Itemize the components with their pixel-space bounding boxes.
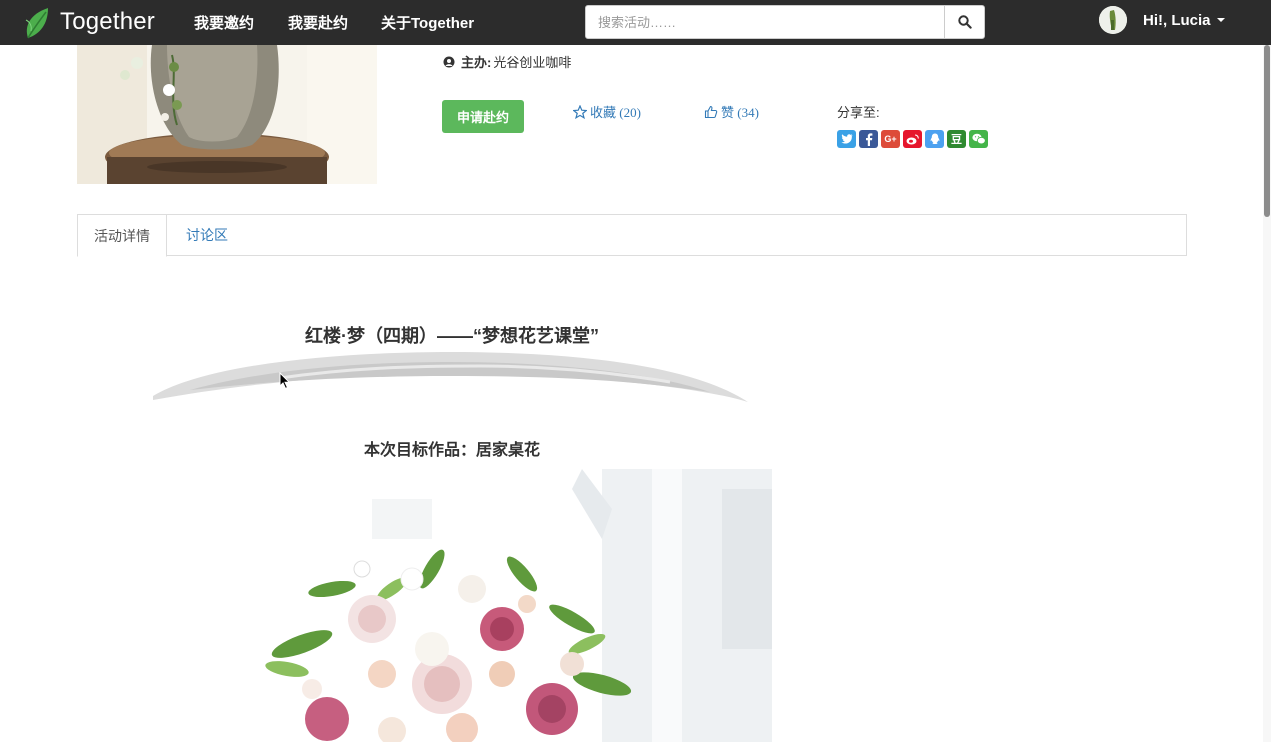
scrollbar-thumb[interactable] [1264,45,1270,217]
like-button[interactable]: 赞 (34) [704,102,759,121]
tab-discussion[interactable]: 讨论区 [170,214,244,256]
nav-link-invite[interactable]: 我要邀约 [194,12,254,33]
nav-link-about[interactable]: 关于Together [381,12,474,33]
mouse-cursor-icon [279,372,291,390]
tab-event-details[interactable]: 活动详情 [77,214,167,257]
brush-stroke-divider [153,352,748,402]
douban-share-icon[interactable]: 豆 [947,130,966,148]
google-plus-share-icon[interactable]: G+ [881,130,900,148]
content-subtitle: 本次目标作品：居家桌花 [363,442,540,459]
favorite-label: 收藏 (20) [590,105,641,120]
share-icons: G+ 豆 [837,130,988,148]
wechat-share-icon[interactable] [969,130,988,148]
like-label: 赞 (34) [721,105,759,120]
event-host: 主办: 光谷创业咖啡 [443,52,571,71]
search-box [585,5,985,39]
weibo-share-icon[interactable] [903,130,922,148]
detail-tabs: 活动详情 讨论区 [77,214,1187,257]
qq-share-icon[interactable] [925,130,944,148]
top-navbar: Together 我要邀约 我要赴约 关于Together Hi!, Lucia [0,0,1271,45]
search-icon [957,15,972,29]
user-menu[interactable]: Hi!, Lucia [1099,6,1225,34]
thumbs-up-icon [704,105,718,118]
brand-name: Together [60,8,155,35]
favorite-button[interactable]: 收藏 (20) [573,102,641,121]
scrollbar[interactable] [1263,45,1271,742]
brand-logo[interactable]: Together [22,4,155,40]
facebook-share-icon[interactable] [859,130,878,148]
star-icon [573,104,587,119]
host-name: 光谷创业咖啡 [493,55,572,70]
content-title: 红楼·梦（四期）——“梦想花艺课堂” [305,326,599,346]
host-label: 主办: [461,55,492,70]
flower-arrangement-image [132,469,772,742]
avatar [1099,6,1127,34]
host-icon [443,56,455,67]
event-cover-image [77,45,377,184]
leaf-logo-icon [25,8,48,39]
apply-button[interactable]: 申请赴约 [442,100,524,133]
search-button[interactable] [944,6,984,38]
user-greeting: Hi!, Lucia [1143,11,1211,29]
search-input[interactable] [586,6,946,38]
nav-link-attend[interactable]: 我要赴约 [288,12,348,33]
twitter-share-icon[interactable] [837,130,856,148]
share-label: 分享至: [837,105,880,120]
chevron-down-icon [1216,18,1225,22]
